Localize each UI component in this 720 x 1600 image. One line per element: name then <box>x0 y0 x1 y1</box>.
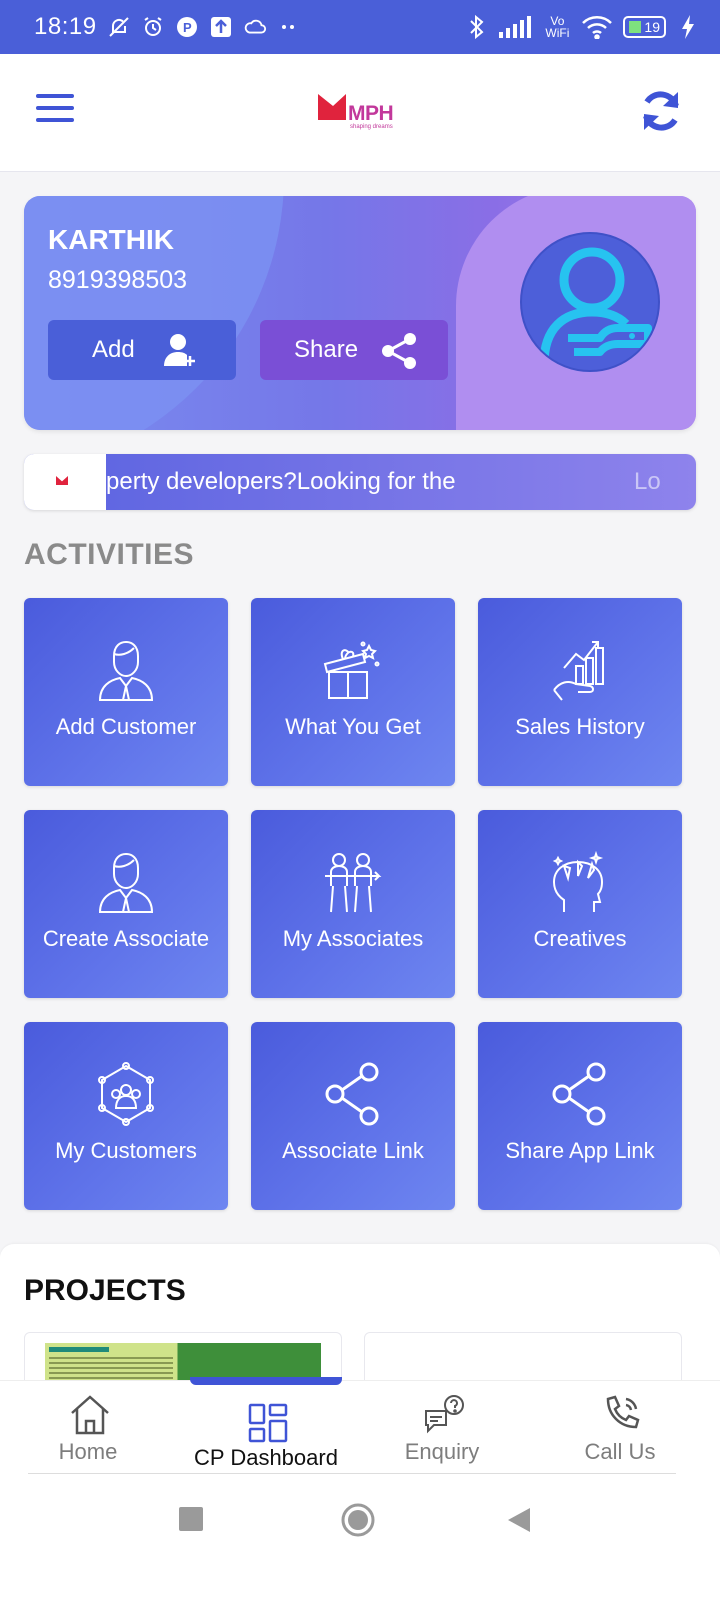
home-button-icon[interactable] <box>340 1502 376 1538</box>
tile-creatives[interactable]: Creatives <box>478 810 682 998</box>
ticker-text: perty developers?Looking for the <box>106 468 456 495</box>
status-icons-left: P <box>107 15 301 39</box>
battery-fill <box>629 21 642 33</box>
share-icon <box>325 1062 379 1126</box>
creative-head-icon <box>552 850 604 912</box>
bottom-navigation: Home CP Dashboard Enquiry Call Us <box>0 1377 720 1476</box>
team-icon <box>325 853 382 913</box>
status-bar: 18:19 P Vo WiFi 19 <box>0 0 720 54</box>
nav-label: Enquiry <box>404 1439 480 1464</box>
charging-icon <box>676 15 700 39</box>
tile-label: Creatives <box>533 926 627 951</box>
network-icon <box>98 1062 154 1126</box>
add-button-label: Add <box>92 336 135 363</box>
battery-level: 19 <box>644 19 660 35</box>
recents-button-icon[interactable] <box>178 1506 204 1532</box>
logo-mark-icon <box>318 94 346 120</box>
associate-icon <box>98 852 154 913</box>
phone-icon <box>606 1395 640 1429</box>
home-icon <box>71 1395 109 1435</box>
nav-home[interactable]: Home <box>8 1389 168 1473</box>
system-navigation-bar <box>0 1476 720 1600</box>
tile-create-associate[interactable]: Create Associate <box>24 810 228 998</box>
battery-indicator: 19 <box>623 16 666 38</box>
profile-card: KARTHIK 8919398503 Add Share <box>24 196 696 430</box>
app-header: MPH shaping dreams <box>0 54 720 172</box>
enquiry-icon <box>425 1395 464 1434</box>
tile-label: Sales History <box>515 714 645 739</box>
svg-text:P: P <box>183 20 192 35</box>
profile-name: KARTHIK <box>48 224 174 255</box>
vowifi-label: Vo WiFi <box>545 14 570 40</box>
logo-tagline: shaping dreams <box>350 124 393 130</box>
menu-icon <box>36 94 74 98</box>
tile-what-you-get[interactable]: What You Get <box>251 598 455 786</box>
tile-my-associates[interactable]: My Associates <box>251 810 455 998</box>
status-icons-right: Vo WiFi 19 <box>465 14 700 40</box>
tile-sales-history[interactable]: Sales History <box>478 598 682 786</box>
tile-add-customer[interactable]: Add Customer <box>24 598 228 786</box>
share-button-label: Share <box>294 336 359 363</box>
nav-label: CP Dashboard <box>194 1445 338 1470</box>
bluetooth-icon <box>465 14 489 40</box>
news-ticker[interactable]: perty developers?Looking for the Lo <box>24 454 696 510</box>
customer-icon <box>98 640 154 701</box>
logo-text: MPH <box>348 102 394 125</box>
activities-heading: ACTIVITIES <box>24 538 195 571</box>
projects-heading: PROJECTS <box>24 1274 186 1307</box>
nav-enquiry[interactable]: Enquiry <box>362 1389 522 1473</box>
mini-logo-icon <box>56 476 68 485</box>
menu-button[interactable] <box>36 94 74 124</box>
nav-cp-dashboard[interactable]: CP Dashboard <box>186 1389 346 1473</box>
gift-icon <box>323 641 380 699</box>
user-avatar-icon <box>539 247 652 365</box>
tile-label: Add Customer <box>55 714 197 739</box>
tile-my-customers[interactable]: My Customers <box>24 1022 228 1210</box>
profile-phone: 8919398503 <box>48 266 188 294</box>
ticker-text-next: Lo <box>634 468 661 495</box>
mute-icon <box>107 15 131 39</box>
dashboard-icon <box>248 1403 288 1443</box>
cloud-icon <box>243 15 267 39</box>
tile-label: Share App Link <box>505 1138 655 1163</box>
refresh-button[interactable] <box>638 88 684 134</box>
tile-label: What You Get <box>285 714 421 739</box>
tile-share-app-link[interactable]: Share App Link <box>478 1022 682 1210</box>
share-icon <box>382 333 416 369</box>
tile-label: Associate Link <box>282 1138 424 1163</box>
status-time: 18:19 <box>34 13 97 40</box>
profile-avatar[interactable] <box>520 232 660 372</box>
alarm-icon <box>141 15 165 39</box>
sales-chart-icon <box>553 641 604 701</box>
nav-label: Home <box>58 1439 118 1464</box>
share-icon <box>552 1062 606 1126</box>
tile-label: Create Associate <box>42 926 210 951</box>
share-button[interactable]: Share <box>260 320 448 380</box>
add-button[interactable]: Add <box>48 320 236 380</box>
add-user-icon <box>164 334 195 366</box>
signal-icon <box>499 15 533 39</box>
tile-label: My Associates <box>282 926 424 951</box>
nav-call-us[interactable]: Call Us <box>540 1389 700 1473</box>
tile-associate-link[interactable]: Associate Link <box>251 1022 455 1210</box>
ticker-logo <box>24 454 106 510</box>
app-notification-icon: P <box>175 15 199 39</box>
back-button-icon[interactable] <box>506 1506 532 1534</box>
brand-logo: MPH shaping dreams <box>318 94 402 134</box>
divider <box>28 1473 676 1474</box>
active-tab-indicator <box>190 1377 342 1385</box>
upload-icon <box>209 15 233 39</box>
wifi-icon <box>581 15 613 39</box>
tile-label: My Customers <box>55 1138 197 1163</box>
more-icon <box>277 15 301 39</box>
nav-label: Call Us <box>584 1439 656 1464</box>
refresh-icon <box>643 91 679 131</box>
